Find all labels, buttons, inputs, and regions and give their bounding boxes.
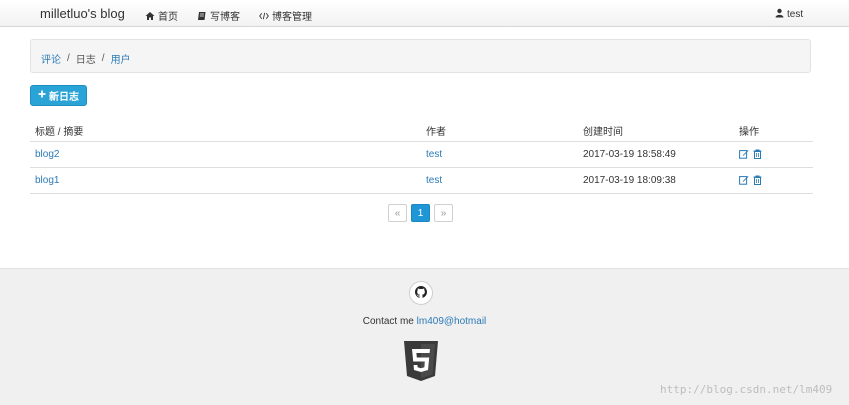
- header-actions: 操作: [739, 127, 759, 138]
- github-link[interactable]: [409, 281, 433, 305]
- table-header-row: 标题 / 摘要 作者 创建时间 操作: [30, 118, 813, 142]
- footer: Contact me lm409@hotmail http://blog.csd…: [0, 268, 849, 405]
- created-time: 2017-03-19 18:58:49: [583, 149, 676, 160]
- table-row: blog2 test 2017-03-19 18:58:49: [30, 142, 813, 168]
- blog-title-link[interactable]: blog2: [35, 149, 59, 160]
- user-menu[interactable]: test: [775, 8, 803, 21]
- table-row: blog1 test 2017-03-19 18:09:38: [30, 168, 813, 194]
- trash-icon[interactable]: [753, 175, 762, 185]
- contact-email-link[interactable]: lm409@hotmail: [417, 316, 487, 327]
- code-icon: [259, 11, 269, 21]
- github-icon: [415, 285, 428, 301]
- book-icon: [197, 11, 207, 21]
- row-actions: [739, 149, 762, 159]
- breadcrumb-separator: /: [67, 53, 70, 64]
- top-navbar: milletluo's blog 首页 写博客 博客管理 test: [0, 0, 849, 27]
- row-actions: [739, 175, 762, 185]
- nav-blog-manage[interactable]: 博客管理: [259, 8, 312, 23]
- nav-blog-manage-label: 博客管理: [272, 12, 312, 23]
- nav-home-label: 首页: [158, 12, 178, 23]
- blog-table: 标题 / 摘要 作者 创建时间 操作 blog2 test 2017-03-19…: [30, 118, 813, 194]
- trash-icon[interactable]: [753, 149, 762, 159]
- header-created: 创建时间: [583, 127, 623, 138]
- new-log-button[interactable]: 新日志: [30, 85, 87, 106]
- new-log-button-label: 新日志: [49, 92, 79, 103]
- header-author: 作者: [426, 127, 446, 138]
- contact-label: Contact me: [362, 316, 414, 327]
- contact-line: Contact me lm409@hotmail: [0, 316, 849, 327]
- nav-write-blog[interactable]: 写博客: [197, 8, 240, 23]
- breadcrumb-users[interactable]: 用户: [111, 51, 131, 66]
- breadcrumb-comments[interactable]: 评论: [41, 51, 61, 66]
- header-title: 标题 / 摘要: [35, 127, 84, 138]
- plus-icon: [38, 90, 46, 101]
- author-link[interactable]: test: [426, 149, 442, 160]
- blog-title-link[interactable]: blog1: [35, 175, 59, 186]
- breadcrumb-separator: /: [101, 53, 105, 64]
- user-icon: [775, 8, 784, 21]
- pagination-page-current[interactable]: 1: [411, 204, 430, 222]
- nav-home[interactable]: 首页: [145, 8, 178, 23]
- pagination-next[interactable]: »: [434, 204, 453, 222]
- pagination: « 1 »: [388, 204, 457, 222]
- user-name: test: [787, 9, 804, 20]
- edit-icon[interactable]: [739, 175, 749, 185]
- author-link[interactable]: test: [426, 175, 442, 186]
- watermark-text: http://blog.csdn.net/lm409: [660, 383, 833, 396]
- pagination-prev[interactable]: «: [388, 204, 407, 222]
- nav-write-blog-label: 写博客: [210, 12, 240, 23]
- brand-logo-text[interactable]: milletluo's blog: [40, 6, 125, 21]
- home-icon: [145, 11, 155, 21]
- breadcrumb: 评论 / 日志 / 用户: [30, 39, 811, 73]
- created-time: 2017-03-19 18:09:38: [583, 175, 676, 186]
- html5-logo-icon: [404, 341, 438, 384]
- edit-icon[interactable]: [739, 149, 749, 159]
- breadcrumb-logs: 日志: [75, 55, 96, 66]
